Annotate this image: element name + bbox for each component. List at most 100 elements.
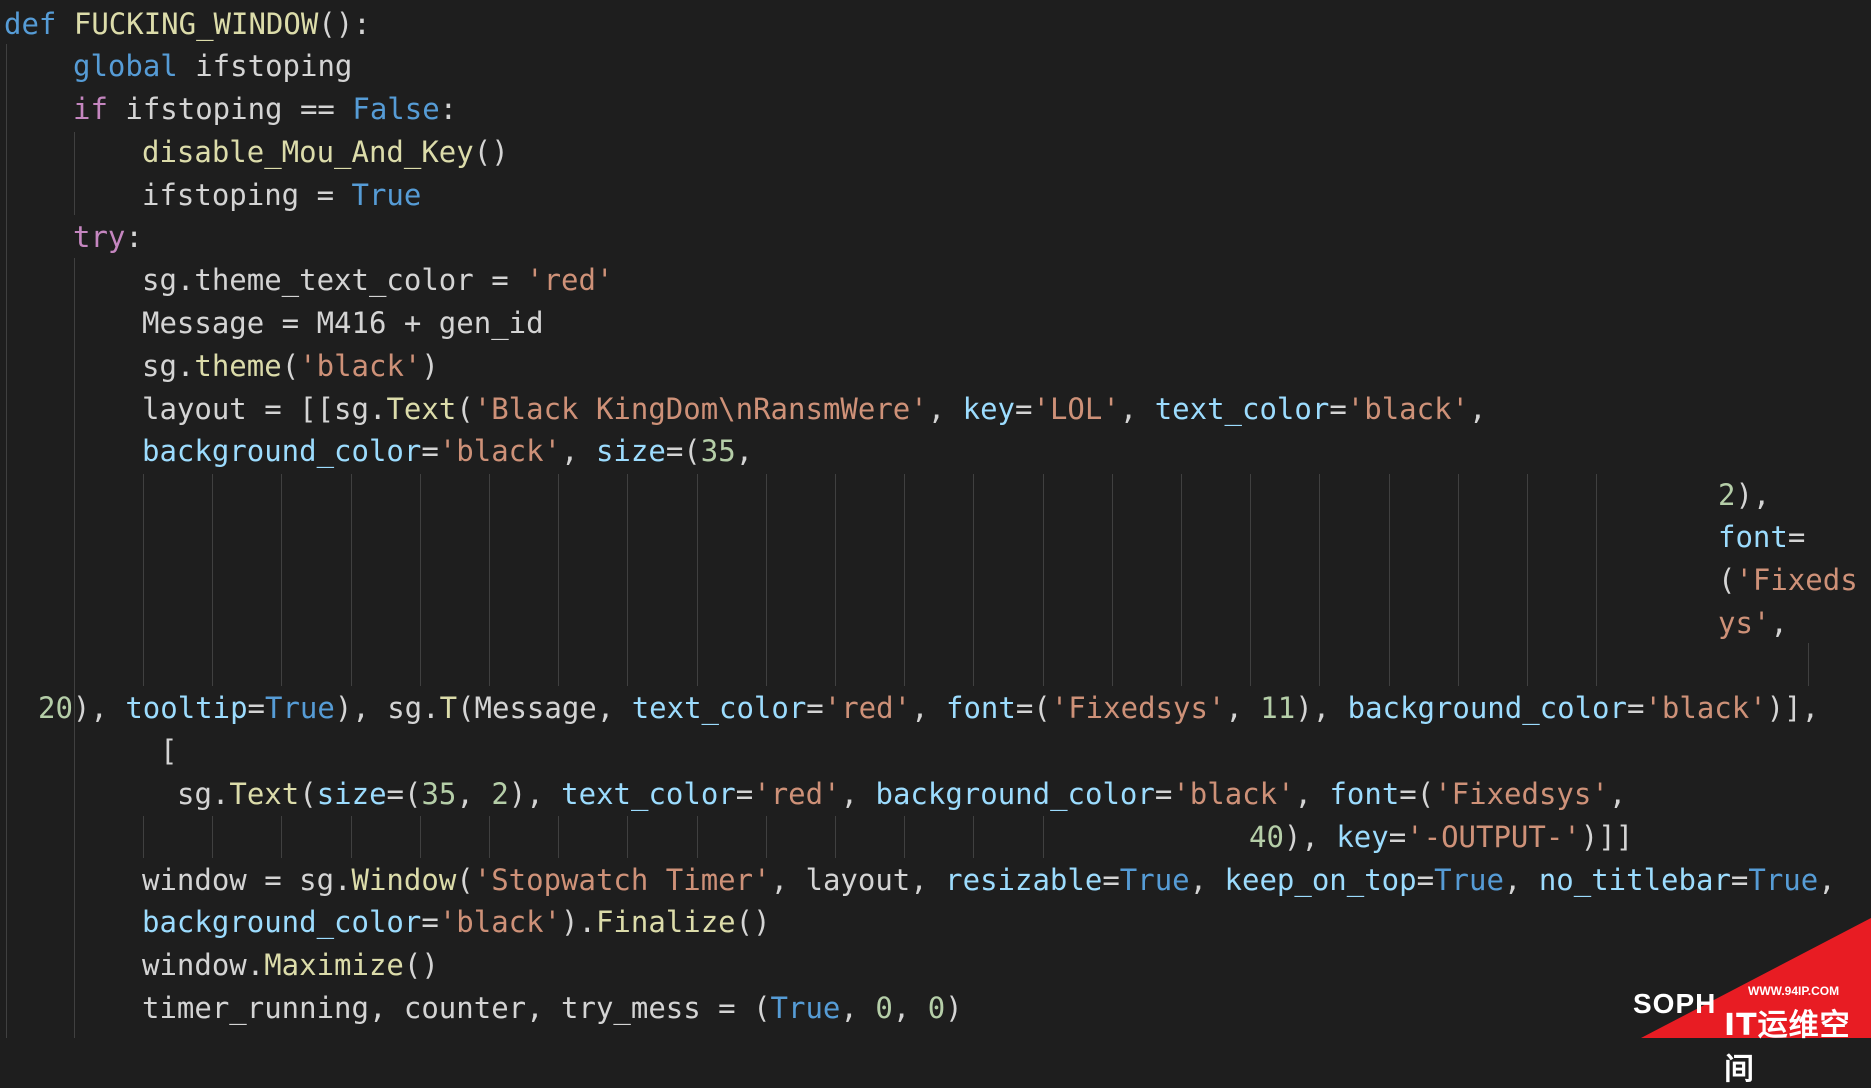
code-token: = xyxy=(1154,777,1173,811)
code-token: True xyxy=(351,178,422,212)
code-token: )]] xyxy=(1580,820,1634,854)
code-token: global xyxy=(73,49,178,83)
code-line: sg.theme('black') xyxy=(142,346,439,386)
code-token: 'red' xyxy=(753,777,841,811)
watermark-text: IT运维空间 xyxy=(1724,1008,1851,1087)
code-token: = xyxy=(1102,863,1120,897)
code-token: Finalize xyxy=(595,905,736,939)
code-line: Message = M416 + gen_id xyxy=(142,303,544,343)
code-token: 'Stopwatch Timer' xyxy=(473,863,771,897)
code-token: 40 xyxy=(1249,820,1284,854)
code-token: () xyxy=(473,135,509,169)
indent-guide xyxy=(143,816,144,858)
code-token: ) xyxy=(421,349,439,383)
code-token: False xyxy=(352,92,440,126)
code-token: [ xyxy=(160,734,178,768)
indent-guide xyxy=(489,816,490,858)
code-line: def FUCKING_WINDOW(): xyxy=(4,4,371,44)
code-token: 'black' xyxy=(1644,691,1767,725)
code-token: Text xyxy=(386,392,457,426)
code-token: '-OUTPUT-' xyxy=(1406,820,1581,854)
code-token: True xyxy=(1434,863,1504,897)
code-token: T xyxy=(439,691,458,725)
indent-guide xyxy=(1181,474,1182,686)
code-token: , layout, xyxy=(770,863,946,897)
code-token: , xyxy=(840,777,876,811)
code-line: global ifstoping xyxy=(73,46,352,86)
indent-guide xyxy=(1111,474,1113,686)
code-token: , xyxy=(840,991,876,1025)
code-line: background_color='black').Finalize() xyxy=(142,902,771,942)
code-token: key xyxy=(962,392,1016,426)
code-token: background_color xyxy=(875,777,1155,811)
code-token: font xyxy=(1718,520,1788,554)
code-token: , xyxy=(1818,863,1836,897)
indent-guide xyxy=(835,474,836,686)
code-token: ) xyxy=(945,991,963,1025)
code-token: =( xyxy=(1399,777,1435,811)
indent-guide xyxy=(1319,474,1321,686)
indent-guide xyxy=(627,474,629,686)
code-token: 'black' xyxy=(299,349,422,383)
code-token: = xyxy=(421,434,439,468)
code-token: window. xyxy=(142,948,265,982)
indent-guide xyxy=(1596,474,1598,686)
code-token: , xyxy=(911,691,946,725)
code-token: ( xyxy=(456,863,474,897)
code-token: 'Fixedsys' xyxy=(1434,777,1609,811)
code-token: 'Fixedsys' xyxy=(1050,691,1226,725)
code-token: , xyxy=(561,434,596,468)
code-line: window.Maximize() xyxy=(142,945,439,985)
code-token: ( xyxy=(1718,563,1736,597)
code-token: size xyxy=(595,434,666,468)
code-token: 'black' xyxy=(438,905,562,939)
indent-guide xyxy=(74,258,75,1038)
code-token: 'black' xyxy=(1346,392,1470,426)
code-token: 'red' xyxy=(526,263,614,297)
code-token: = xyxy=(1388,820,1407,854)
indent-guide xyxy=(904,474,906,686)
watermark-url: WWW.94IP.COM xyxy=(1748,984,1840,998)
code-token: , xyxy=(927,392,963,426)
code-token: 2 xyxy=(1718,478,1736,512)
code-token: layout = [[sg. xyxy=(142,392,387,426)
indent-guide xyxy=(281,816,283,858)
indent-guide xyxy=(765,816,767,858)
code-token: keep_on_top xyxy=(1224,863,1417,897)
code-token: , xyxy=(1770,606,1788,640)
indent-guide xyxy=(350,474,352,686)
code-token: 'LOL' xyxy=(1032,392,1120,426)
code-token: () xyxy=(735,905,771,939)
code-line: ys', xyxy=(1718,603,1788,643)
code-token: , xyxy=(735,434,754,468)
code-token: ifstoping = xyxy=(142,178,352,212)
indent-guide xyxy=(835,816,836,858)
code-token: sg.theme_text_color = xyxy=(142,263,527,297)
indent-guide xyxy=(696,474,698,686)
code-token: , xyxy=(1119,392,1155,426)
code-token: text_color xyxy=(1154,392,1330,426)
code-token: 20 xyxy=(38,691,73,725)
code-token: def xyxy=(4,7,57,41)
code-token: Maximize xyxy=(264,948,404,982)
indent-guide xyxy=(1250,474,1252,686)
watermark-brand: SOPH xyxy=(1633,988,1717,1019)
code-token: 'black' xyxy=(438,434,562,468)
code-token: )], xyxy=(1766,691,1820,725)
indent-guide xyxy=(281,474,283,686)
code-token: background_color xyxy=(1347,691,1627,725)
code-token: sg. xyxy=(177,777,230,811)
code-token: ( xyxy=(456,392,474,426)
code-token: , xyxy=(1503,863,1539,897)
code-token: font xyxy=(1329,777,1400,811)
code-token: theme xyxy=(194,349,282,383)
code-line: 20), tooltip=True), sg.T(Message, text_c… xyxy=(38,688,1819,728)
code-token: 2 xyxy=(491,777,509,811)
code-token: resizable xyxy=(945,863,1103,897)
indent-guide xyxy=(1808,643,1809,686)
code-token: no_titlebar xyxy=(1538,863,1731,897)
code-editor[interactable]: def FUCKING_WINDOW(): global ifstoping if … xyxy=(0,0,1871,1038)
code-token: text_color xyxy=(561,777,736,811)
indent-guide xyxy=(973,474,975,686)
